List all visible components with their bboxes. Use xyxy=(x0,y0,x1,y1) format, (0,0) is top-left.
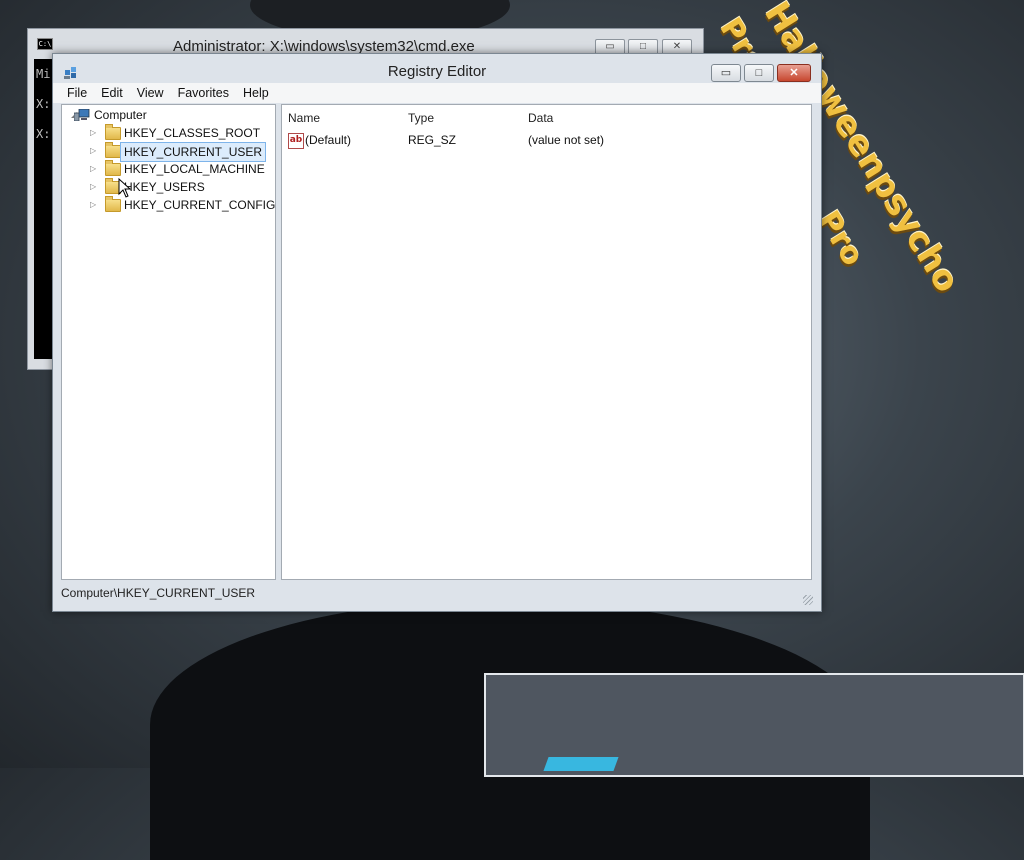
menu-bar: File Edit View Favorites Help xyxy=(53,83,821,103)
menu-edit[interactable]: Edit xyxy=(94,86,130,100)
value-name: (Default) xyxy=(305,133,352,147)
console-line: X: xyxy=(36,127,51,141)
expand-arrow-icon[interactable]: ▷ xyxy=(90,178,96,196)
value-type: REG_SZ xyxy=(408,133,457,147)
tree-label: HKEY_LOCAL_MACHINE xyxy=(124,162,265,176)
menu-help[interactable]: Help xyxy=(236,86,276,100)
tree-label: HKEY_CURRENT_CONFIG xyxy=(124,198,276,212)
computer-icon xyxy=(74,109,90,121)
tree-item-hkey-classes-root[interactable]: ▷ HKEY_CLASSES_ROOT xyxy=(62,124,272,142)
console-icon: C:\ xyxy=(37,38,53,50)
folder-icon xyxy=(105,196,121,212)
tree-item-hkey-current-config[interactable]: ▷ HKEY_CURRENT_CONFIG xyxy=(62,196,276,214)
console-line: X: xyxy=(36,97,51,111)
console-line: Mi xyxy=(36,67,51,81)
folder-icon xyxy=(105,124,121,140)
tree-item-hkey-local-machine[interactable]: ▷ HKEY_LOCAL_MACHINE xyxy=(62,160,272,178)
resize-grip-icon[interactable] xyxy=(803,595,813,605)
expand-arrow-icon[interactable]: ▷ xyxy=(90,196,96,214)
registry-title-bar[interactable]: Registry Editor ▭ □ ✕ xyxy=(53,54,821,86)
tree-label: HKEY_USERS xyxy=(124,180,205,194)
column-header-data[interactable]: Data xyxy=(528,111,553,125)
tree-item-hkey-users[interactable]: ▷ HKEY_USERS xyxy=(62,178,272,196)
expand-arrow-icon[interactable]: ▷ xyxy=(90,124,96,142)
column-header-type[interactable]: Type xyxy=(408,111,434,125)
registry-maximize-button[interactable]: □ xyxy=(744,64,774,82)
blue-shape-graphic xyxy=(543,757,619,771)
registry-window-title: Registry Editor xyxy=(387,63,487,80)
folder-icon xyxy=(105,142,121,158)
expand-arrow-icon[interactable]: ▷ xyxy=(90,160,96,178)
tree-label: Computer xyxy=(94,108,147,122)
string-value-icon: ab xyxy=(288,133,304,149)
column-header-name[interactable]: Name xyxy=(288,111,320,125)
key-tree-pane[interactable]: ◢ Computer ▷ HKEY_CLASSES_ROOT ▷ HKEY_CU… xyxy=(61,104,276,580)
values-list-pane[interactable]: Name Type Data ab (Default) REG_SZ (valu… xyxy=(281,104,812,580)
registry-minimize-button[interactable]: ▭ xyxy=(711,64,741,82)
value-data: (value not set) xyxy=(528,133,605,147)
tree-label-selected: HKEY_CURRENT_USER xyxy=(120,142,267,162)
video-overlay-panel xyxy=(484,673,1024,777)
menu-file[interactable]: File xyxy=(53,86,94,100)
menu-favorites[interactable]: Favorites xyxy=(171,86,236,100)
menu-view[interactable]: View xyxy=(130,86,171,100)
tree-item-hkey-current-user[interactable]: ▷ HKEY_CURRENT_USER xyxy=(62,142,272,162)
console-output[interactable]: Mi X: X: xyxy=(34,59,54,359)
status-bar-path: Computer\HKEY_CURRENT_USER xyxy=(61,586,256,600)
registry-close-button[interactable]: ✕ xyxy=(777,64,811,82)
registry-editor-window[interactable]: Registry Editor ▭ □ ✕ File Edit View Fav… xyxy=(52,53,822,612)
expand-arrow-icon[interactable]: ▷ xyxy=(90,142,96,160)
folder-icon xyxy=(105,160,121,176)
tree-label: HKEY_CLASSES_ROOT xyxy=(124,126,261,140)
tree-item-computer[interactable]: ◢ Computer xyxy=(62,106,272,124)
mouse-pointer-icon xyxy=(118,178,132,198)
